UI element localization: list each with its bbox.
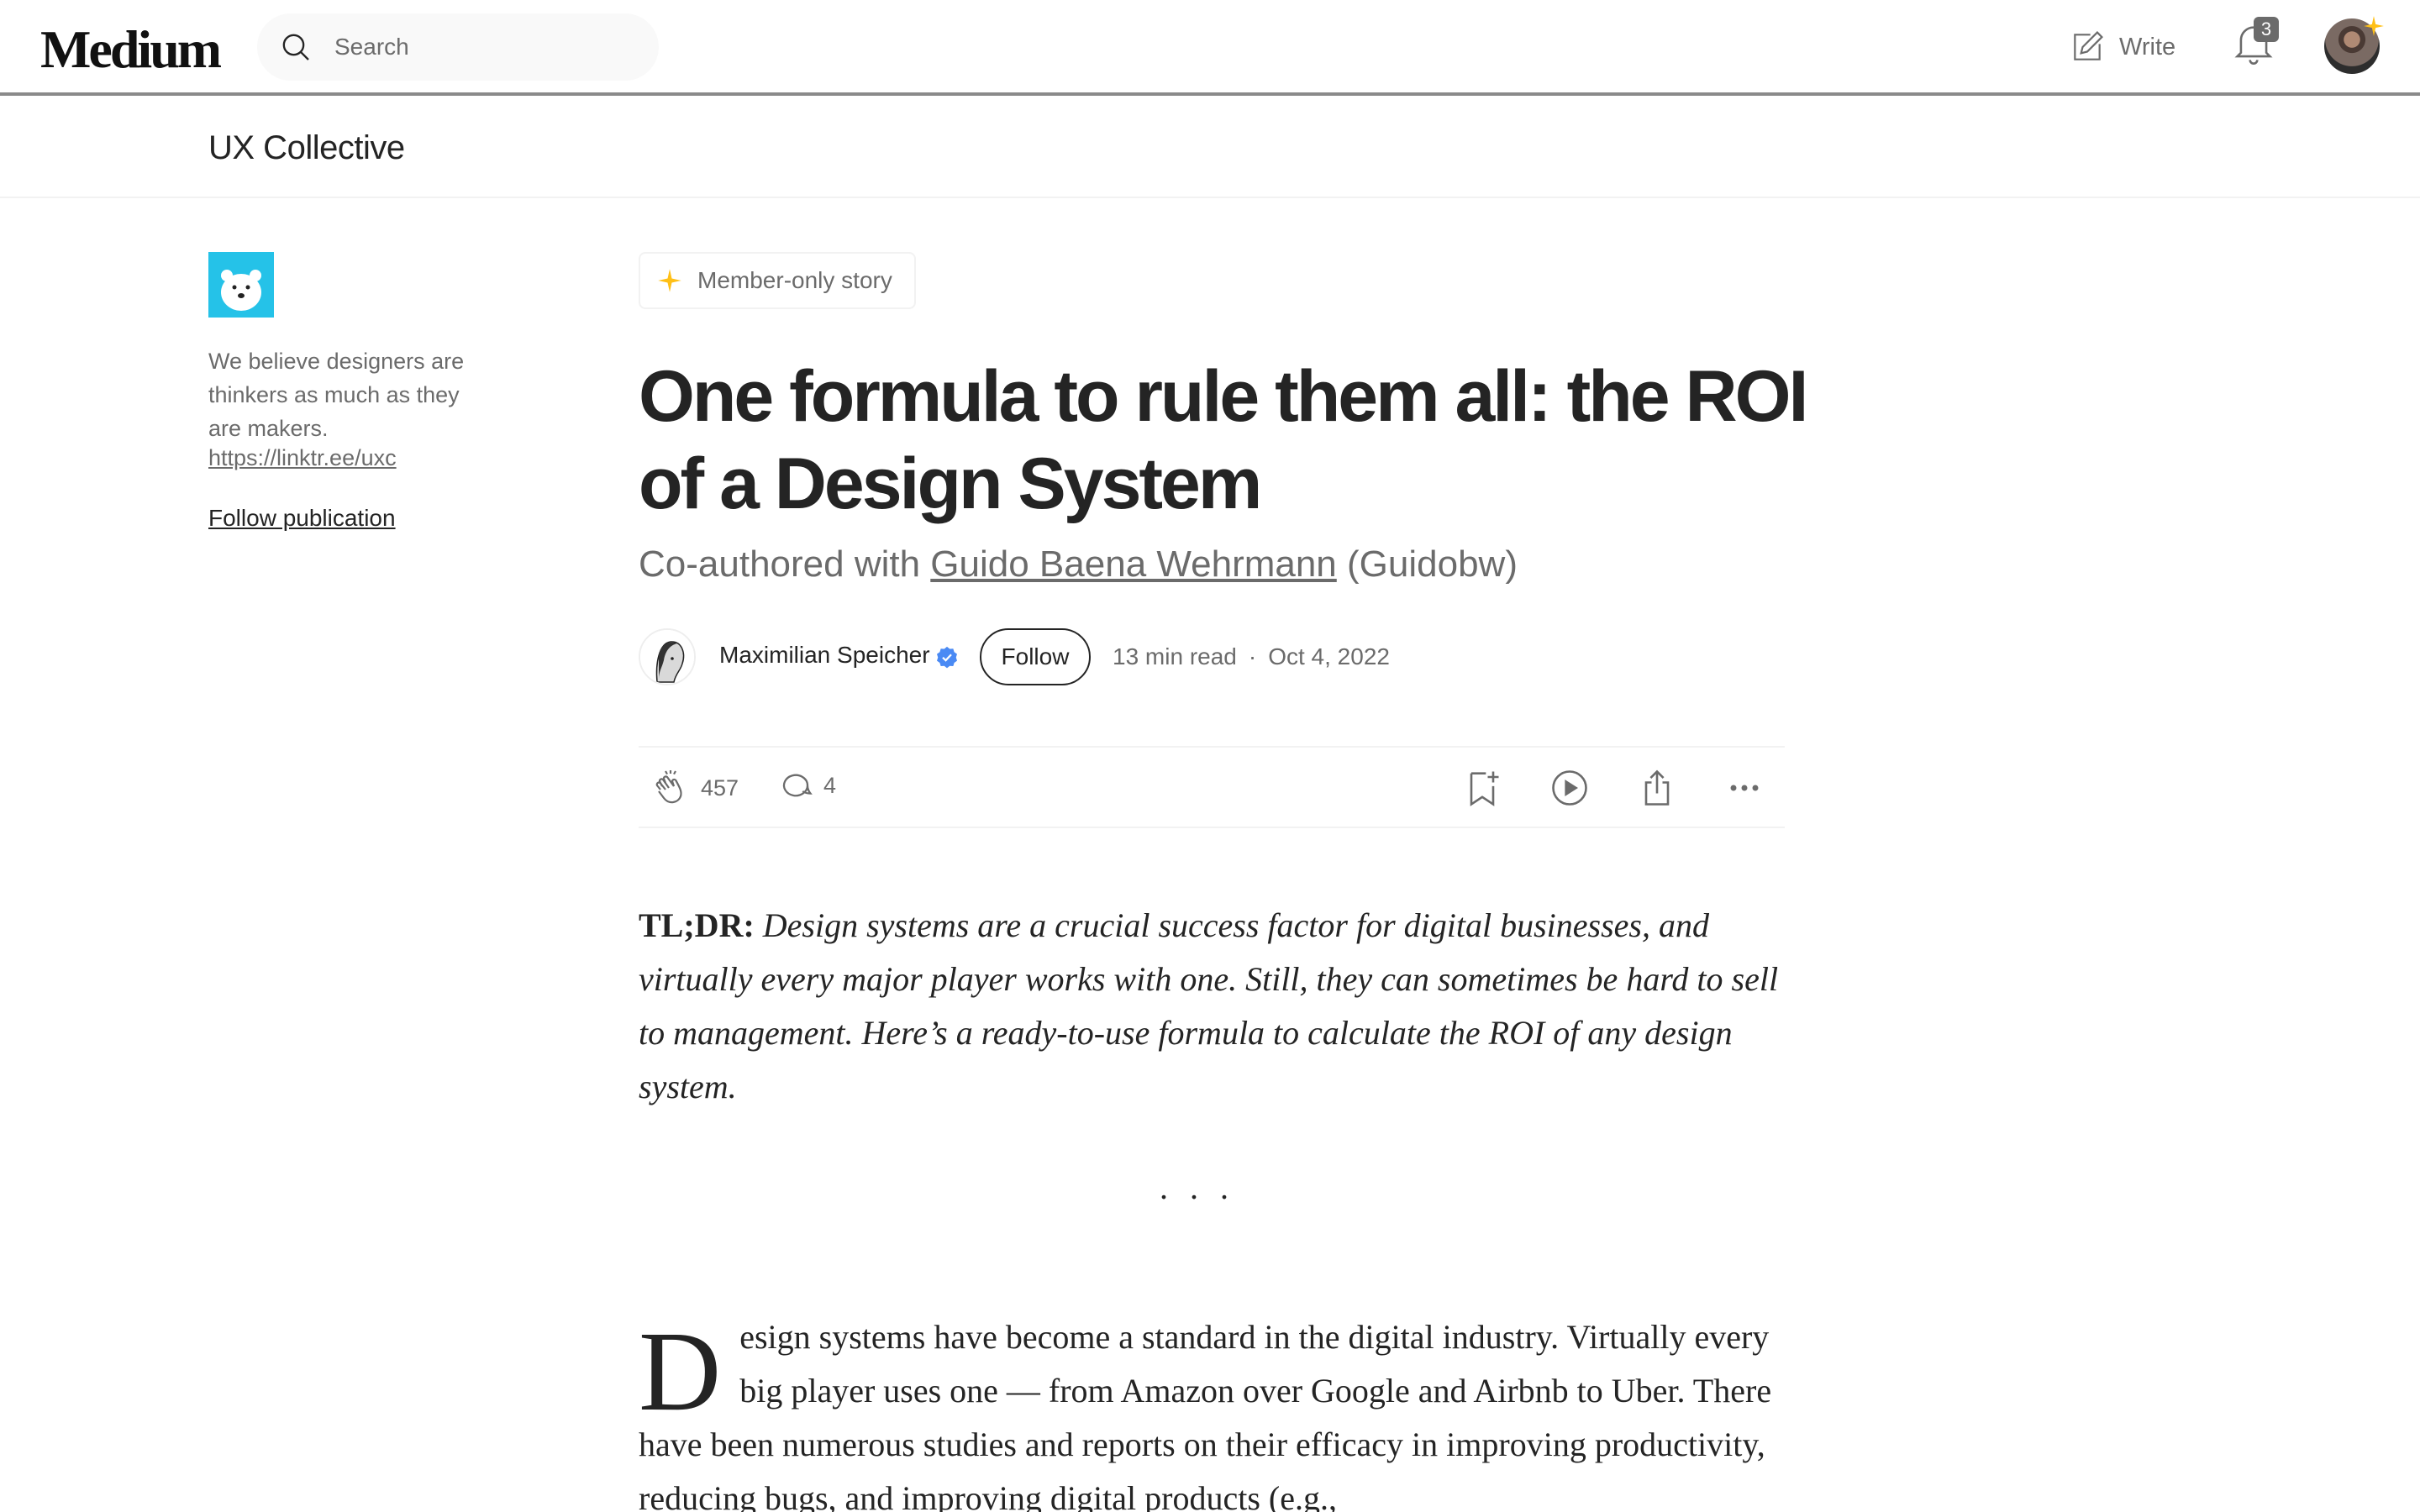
body-text: esign systems have become a standard in … — [639, 1318, 1772, 1512]
body-paragraph: Design systems have become a standard in… — [639, 1310, 1785, 1512]
clap-count: 457 — [701, 774, 739, 801]
tldr-label: TL;DR: — [639, 906, 755, 944]
follow-publication-link[interactable]: Follow publication — [208, 505, 396, 532]
share-icon[interactable] — [1635, 766, 1679, 810]
response-count: 4 — [823, 772, 837, 798]
tldr-text: Design systems are a crucial success fac… — [639, 906, 1779, 1105]
star-icon — [658, 269, 681, 292]
author-portrait-icon — [640, 630, 694, 684]
write-icon — [2074, 31, 2103, 60]
search-box[interactable] — [257, 13, 659, 81]
publication-description: We believe designers are thinkers as muc… — [208, 349, 465, 441]
article-action-bar: 457 4 — [639, 746, 1785, 828]
play-icon[interactable] — [1548, 766, 1591, 810]
article-subtitle: Co-authored with Guido Baena Wehrmann (G… — [639, 538, 1815, 591]
member-only-label: Member-only story — [697, 267, 892, 293]
verified-badge-icon — [937, 646, 957, 669]
member-only-badge: Member-only story — [639, 252, 916, 309]
publication-name[interactable]: UX Collective — [208, 129, 405, 167]
article-title: One formula to rule them all: the ROI of… — [639, 356, 1808, 524]
more-icon[interactable] — [1723, 766, 1766, 810]
publication-logo[interactable] — [208, 252, 274, 318]
publication-link[interactable]: https://linktr.ee/uxc — [208, 445, 397, 471]
publish-date: Oct 4, 2022 — [1268, 643, 1390, 669]
subtitle-suffix: (Guidobw) — [1336, 543, 1518, 585]
search-input[interactable] — [334, 27, 645, 67]
comment-icon — [782, 774, 813, 797]
drop-cap: D — [639, 1309, 722, 1435]
bookmark-add-icon[interactable] — [1460, 766, 1504, 810]
tldr-paragraph: TL;DR: Design systems are a crucial succ… — [639, 899, 1785, 1114]
section-separator: ... — [1160, 1168, 1250, 1206]
polar-bear-icon — [208, 252, 274, 318]
search-icon — [282, 34, 309, 60]
publication-header: UX Collective — [0, 99, 2420, 198]
star-icon — [2364, 16, 2384, 36]
subtitle-prefix: Co-authored with — [639, 543, 931, 585]
author-name[interactable]: Maximilian Speicher — [719, 642, 930, 669]
write-button[interactable]: Write — [2069, 25, 2175, 69]
coauthor-link[interactable]: Guido Baena Wehrmann — [930, 543, 1336, 585]
clap-icon — [655, 770, 682, 804]
medium-logo[interactable]: Medium — [40, 18, 222, 81]
responses-button[interactable]: 4 — [778, 768, 836, 803]
top-navigation-bar: Medium Write 3 — [0, 0, 2420, 96]
meta-separator: · — [1248, 643, 1257, 669]
article-meta: 13 min read · Oct 4, 2022 — [1113, 643, 1390, 670]
clap-button[interactable]: 457 — [650, 768, 739, 808]
author-avatar[interactable] — [639, 628, 696, 685]
notification-count-badge: 3 — [2254, 17, 2279, 42]
write-label: Write — [2119, 33, 2176, 60]
read-time: 13 min read — [1113, 643, 1237, 669]
follow-author-button[interactable]: Follow — [980, 628, 1091, 685]
